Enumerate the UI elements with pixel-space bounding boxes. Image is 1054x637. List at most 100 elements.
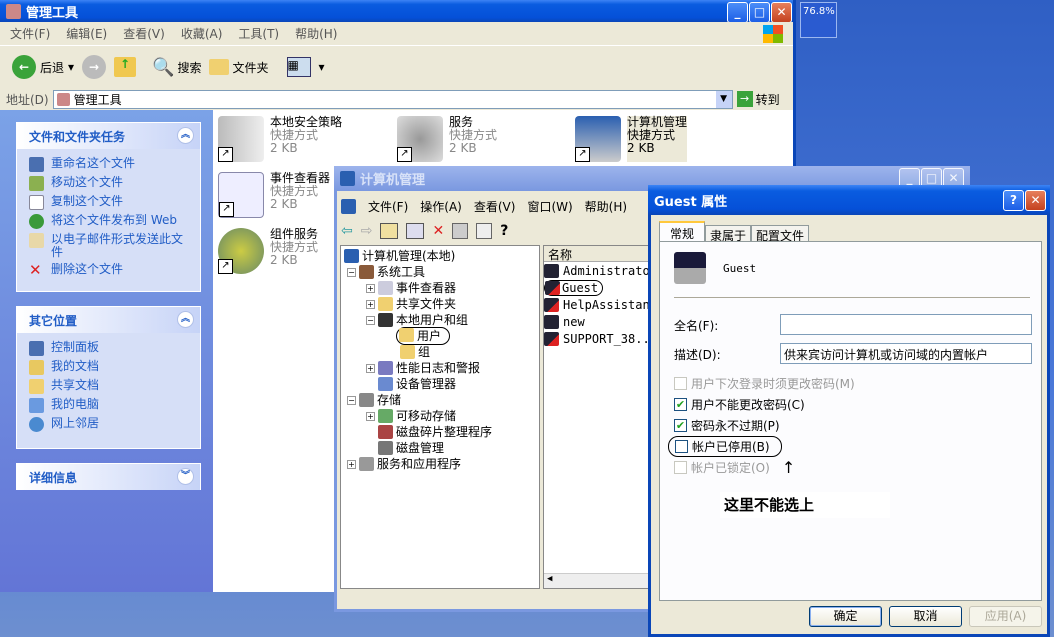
folders-button[interactable]: 文件夹	[209, 59, 269, 76]
tree-node[interactable]: + 服务和应用程序	[344, 456, 539, 472]
checkbox[interactable]	[675, 440, 688, 453]
expand-icon[interactable]: ︾	[177, 468, 194, 485]
tree-node[interactable]: + 可移动存储	[344, 408, 539, 424]
file-item[interactable]: 事件查看器快捷方式2 KB	[218, 172, 330, 218]
other-places-header[interactable]: 其它位置 ︽	[17, 307, 200, 333]
task-publish-web[interactable]: 将这个文件发布到 Web	[17, 212, 200, 231]
menu-tools[interactable]: 工具(T)	[238, 25, 279, 42]
checkbox-checked[interactable]: ✔	[674, 398, 687, 411]
window-title: 管理工具	[26, 5, 79, 21]
menu-favorites[interactable]: 收藏(A)	[181, 25, 223, 42]
address-input[interactable]: 管理工具 ▼	[52, 89, 733, 109]
forward-icon[interactable]: ⇨	[361, 223, 373, 239]
go-button[interactable]: → 转到	[736, 91, 780, 108]
minimize-button[interactable]: _	[727, 2, 748, 23]
search-button[interactable]: 🔍 搜索	[152, 57, 201, 78]
mmc-menu-view[interactable]: 查看(V)	[474, 198, 516, 215]
place-control-panel[interactable]: 控制面板	[17, 339, 200, 358]
details-header[interactable]: 详细信息 ︾	[17, 464, 200, 490]
account-disabled-checkbox[interactable]: 帐户已停用(B)	[668, 436, 782, 457]
folder-icon	[209, 59, 230, 75]
show-hide-tree-icon[interactable]	[406, 223, 425, 239]
close-button[interactable]: ✕	[771, 2, 792, 23]
up-folder-icon[interactable]: ↑	[114, 57, 137, 77]
help-button[interactable]: ?	[1003, 190, 1024, 211]
task-delete[interactable]: ✕ 删除这个文件	[17, 261, 200, 280]
tree-node-users[interactable]: 用户	[344, 327, 539, 345]
file-tasks-header[interactable]: 文件和文件夹任务 ︽	[17, 123, 200, 149]
user-row[interactable]: new	[544, 313, 652, 330]
password-never-expires-checkbox[interactable]: ✔ 密码永不过期(P)	[674, 415, 855, 436]
place-my-computer[interactable]: 我的电脑	[17, 396, 200, 415]
views-button[interactable]: ▦	[286, 57, 311, 77]
separator	[674, 297, 1030, 298]
arrow-annotation-icon: ↑	[781, 458, 796, 477]
user-icon	[544, 263, 559, 278]
mmc-menu-action[interactable]: 操作(A)	[420, 198, 462, 215]
up-level-icon[interactable]	[380, 223, 399, 239]
tree-node[interactable]: − 存储	[344, 392, 539, 408]
tree-node[interactable]: 设备管理器	[344, 376, 539, 392]
annotation-label: 这里不能选上	[720, 492, 890, 518]
menu-edit[interactable]: 编辑(E)	[66, 25, 107, 42]
task-copy[interactable]: 复制这个文件	[17, 193, 200, 212]
menu-file[interactable]: 文件(F)	[10, 25, 50, 42]
mmc-menu-help[interactable]: 帮助(H)	[585, 198, 627, 215]
close-button[interactable]: ✕	[1025, 190, 1046, 211]
maximize-button[interactable]: □	[749, 2, 770, 23]
ok-button[interactable]: 确定	[809, 606, 882, 627]
collapse-icon[interactable]: ︽	[177, 127, 194, 144]
tree-node[interactable]: − 本地用户和组	[344, 312, 539, 328]
tree-node[interactable]: 组	[344, 344, 539, 360]
delete-icon[interactable]: ✕	[432, 223, 444, 239]
file-item[interactable]: 计算机管理快捷方式2 KB	[575, 116, 688, 162]
file-item[interactable]: 组件服务快捷方式2 KB	[218, 228, 318, 274]
tree-node[interactable]: + 事件查看器	[344, 280, 539, 296]
cannot-change-password-checkbox[interactable]: ✔ 用户不能更改密码(C)	[674, 394, 855, 415]
dialog-title-bar[interactable]: Guest 属性 ? ✕	[648, 185, 1050, 215]
console-tree: 计算机管理(本地) − 系统工具 + 事件查看器 + 共享文件夹 − 本地用户和组 用户…	[340, 245, 540, 589]
copy-icon	[29, 195, 44, 210]
user-row-guest[interactable]: Guest	[544, 279, 652, 296]
horizontal-scrollbar[interactable]: ◀	[544, 573, 652, 588]
menu-help[interactable]: 帮助(H)	[295, 25, 337, 42]
mmc-menu-file[interactable]: 文件(F)	[368, 198, 408, 215]
properties-icon[interactable]	[452, 223, 469, 239]
back-button[interactable]: ← 后退 ▾	[12, 55, 74, 79]
task-email[interactable]: 以电子邮件形式发送此文件	[17, 231, 200, 261]
file-item[interactable]: 本地安全策略快捷方式2 KB	[218, 116, 342, 162]
collapse-icon[interactable]: ︽	[177, 311, 194, 328]
mmc-menu-window[interactable]: 窗口(W)	[527, 198, 572, 215]
place-my-documents[interactable]: 我的文档	[17, 358, 200, 377]
tree-node[interactable]: 磁盘管理	[344, 440, 539, 456]
address-bar: 地址(D) 管理工具 ▼ → 转到	[0, 88, 793, 110]
forward-button[interactable]: →	[82, 55, 107, 79]
help-icon[interactable]: ?	[500, 223, 508, 239]
console-icon	[341, 198, 356, 214]
fullname-input[interactable]	[780, 314, 1032, 335]
task-rename[interactable]: 重命名这个文件	[17, 155, 200, 174]
user-row[interactable]: SUPPORT_38...	[544, 330, 657, 347]
explorer-title-bar[interactable]: 管理工具 _ □ ✕	[0, 0, 793, 23]
user-row[interactable]: HelpAssistant	[544, 296, 657, 313]
address-dropdown[interactable]: ▼	[715, 90, 732, 108]
export-list-icon[interactable]	[476, 223, 493, 239]
component-services-icon	[218, 228, 264, 274]
back-icon[interactable]: ⇦	[341, 223, 353, 239]
email-icon	[29, 233, 44, 248]
task-move[interactable]: 移动这个文件	[17, 174, 200, 193]
tree-node[interactable]: + 共享文件夹	[344, 296, 539, 312]
tree-node[interactable]: + 性能日志和警报	[344, 360, 539, 376]
file-item[interactable]: 服务快捷方式2 KB	[397, 116, 497, 162]
place-shared-documents[interactable]: 共享文档	[17, 377, 200, 396]
tree-node[interactable]: 磁盘碎片整理程序	[344, 424, 539, 440]
description-input[interactable]: 供来宾访问计算机或访问域的内置帐户	[780, 343, 1032, 364]
checkbox-checked[interactable]: ✔	[674, 419, 687, 432]
place-network[interactable]: 网上邻居	[17, 415, 200, 434]
menu-view[interactable]: 查看(V)	[123, 25, 165, 42]
tree-node[interactable]: − 系统工具	[344, 264, 539, 280]
column-header-name[interactable]: 名称	[544, 246, 652, 262]
cancel-button[interactable]: 取消	[889, 606, 962, 627]
tree-node[interactable]: 计算机管理(本地)	[344, 248, 539, 264]
user-row[interactable]: Administrator	[544, 262, 657, 279]
